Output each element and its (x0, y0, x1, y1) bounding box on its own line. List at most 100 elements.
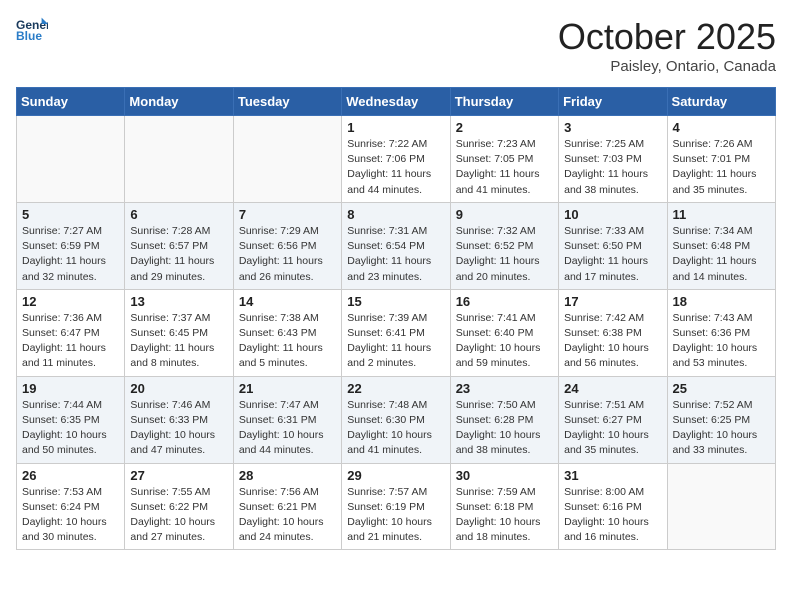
day-info: Sunrise: 7:29 AM Sunset: 6:56 PM Dayligh… (239, 224, 336, 285)
calendar-cell (17, 116, 125, 203)
day-number: 13 (130, 294, 227, 309)
day-number: 3 (564, 120, 661, 135)
location-subtitle: Paisley, Ontario, Canada (558, 58, 776, 75)
day-number: 14 (239, 294, 336, 309)
day-number: 21 (239, 381, 336, 396)
calendar-cell: 31 Sunrise: 8:00 AM Sunset: 6:16 PM Dayli… (559, 463, 667, 550)
calendar-cell: 13Sunrise: 7:37 AM Sunset: 6:45 PM Dayli… (125, 289, 233, 376)
day-info: Sunrise: 7:31 AM Sunset: 6:54 PM Dayligh… (347, 224, 444, 285)
weekday-header: Friday (559, 88, 667, 116)
calendar-cell: 6 Sunrise: 7:28 AM Sunset: 6:57 PM Daylig… (125, 202, 233, 289)
calendar-cell: 23Sunrise: 7:50 AM Sunset: 6:28 PM Dayli… (450, 376, 558, 463)
day-info: Sunrise: 7:36 AM Sunset: 6:47 PM Dayligh… (22, 311, 119, 372)
day-info: Sunrise: 7:25 AM Sunset: 7:03 PM Dayligh… (564, 137, 661, 198)
day-info: Sunrise: 7:59 AM Sunset: 6:18 PM Dayligh… (456, 485, 553, 546)
day-info: Sunrise: 7:46 AM Sunset: 6:33 PM Dayligh… (130, 398, 227, 459)
weekday-header: Tuesday (233, 88, 341, 116)
day-info: Sunrise: 7:26 AM Sunset: 7:01 PM Dayligh… (673, 137, 770, 198)
page-header: General Blue October 2025 Paisley, Ontar… (16, 16, 776, 75)
calendar-cell: 14 Sunrise: 7:38 AM Sunset: 6:43 PM Dayli… (233, 289, 341, 376)
day-info: Sunrise: 7:53 AM Sunset: 6:24 PM Dayligh… (22, 485, 119, 546)
day-number: 20 (130, 381, 227, 396)
day-number: 16 (456, 294, 553, 309)
day-info: Sunrise: 7:55 AM Sunset: 6:22 PM Dayligh… (130, 485, 227, 546)
calendar-cell: 22 Sunrise: 7:48 AM Sunset: 6:30 PM Dayli… (342, 376, 450, 463)
calendar-table: SundayMondayTuesdayWednesdayThursdayFrid… (16, 87, 776, 550)
day-info: Sunrise: 7:38 AM Sunset: 6:43 PM Dayligh… (239, 311, 336, 372)
day-number: 17 (564, 294, 661, 309)
day-number: 19 (22, 381, 119, 396)
calendar-cell: 16 Sunrise: 7:41 AM Sunset: 6:40 PM Dayli… (450, 289, 558, 376)
calendar-cell: 26 Sunrise: 7:53 AM Sunset: 6:24 PM Dayli… (17, 463, 125, 550)
day-info: Sunrise: 7:52 AM Sunset: 6:25 PM Dayligh… (673, 398, 770, 459)
calendar-cell: 18Sunrise: 7:43 AM Sunset: 6:36 PM Dayli… (667, 289, 775, 376)
calendar-cell: 29 Sunrise: 7:57 AM Sunset: 6:19 PM Dayli… (342, 463, 450, 550)
calendar-cell: 25Sunrise: 7:52 AM Sunset: 6:25 PM Dayli… (667, 376, 775, 463)
calendar-cell: 12 Sunrise: 7:36 AM Sunset: 6:47 PM Dayli… (17, 289, 125, 376)
day-number: 11 (673, 207, 770, 222)
calendar-cell: 19 Sunrise: 7:44 AM Sunset: 6:35 PM Dayli… (17, 376, 125, 463)
calendar-cell: 4 Sunrise: 7:26 AM Sunset: 7:01 PM Daylig… (667, 116, 775, 203)
day-info: Sunrise: 7:48 AM Sunset: 6:30 PM Dayligh… (347, 398, 444, 459)
day-number: 12 (22, 294, 119, 309)
day-info: Sunrise: 8:00 AM Sunset: 6:16 PM Dayligh… (564, 485, 661, 546)
day-number: 8 (347, 207, 444, 222)
calendar-cell: 11 Sunrise: 7:34 AM Sunset: 6:48 PM Dayli… (667, 202, 775, 289)
day-number: 2 (456, 120, 553, 135)
weekday-header: Thursday (450, 88, 558, 116)
day-number: 26 (22, 468, 119, 483)
day-number: 1 (347, 120, 444, 135)
day-info: Sunrise: 7:22 AM Sunset: 7:06 PM Dayligh… (347, 137, 444, 198)
calendar-cell: 8 Sunrise: 7:31 AM Sunset: 6:54 PM Daylig… (342, 202, 450, 289)
day-number: 31 (564, 468, 661, 483)
day-info: Sunrise: 7:44 AM Sunset: 6:35 PM Dayligh… (22, 398, 119, 459)
day-number: 27 (130, 468, 227, 483)
day-number: 24 (564, 381, 661, 396)
day-info: Sunrise: 7:23 AM Sunset: 7:05 PM Dayligh… (456, 137, 553, 198)
weekday-header: Wednesday (342, 88, 450, 116)
calendar-cell: 21 Sunrise: 7:47 AM Sunset: 6:31 PM Dayli… (233, 376, 341, 463)
calendar-week-row: 26 Sunrise: 7:53 AM Sunset: 6:24 PM Dayli… (17, 463, 776, 550)
day-info: Sunrise: 7:39 AM Sunset: 6:41 PM Dayligh… (347, 311, 444, 372)
logo-icon: General Blue (16, 16, 48, 44)
calendar-cell: 3 Sunrise: 7:25 AM Sunset: 7:03 PM Daylig… (559, 116, 667, 203)
day-number: 6 (130, 207, 227, 222)
calendar-cell: 2 Sunrise: 7:23 AM Sunset: 7:05 PM Daylig… (450, 116, 558, 203)
day-number: 28 (239, 468, 336, 483)
calendar-cell: 24 Sunrise: 7:51 AM Sunset: 6:27 PM Dayli… (559, 376, 667, 463)
day-number: 7 (239, 207, 336, 222)
logo: General Blue (16, 16, 48, 44)
calendar-cell: 17Sunrise: 7:42 AM Sunset: 6:38 PM Dayli… (559, 289, 667, 376)
calendar-cell (125, 116, 233, 203)
calendar-cell: 7 Sunrise: 7:29 AM Sunset: 6:56 PM Daylig… (233, 202, 341, 289)
day-info: Sunrise: 7:57 AM Sunset: 6:19 PM Dayligh… (347, 485, 444, 546)
calendar-cell (667, 463, 775, 550)
day-info: Sunrise: 7:43 AM Sunset: 6:36 PM Dayligh… (673, 311, 770, 372)
calendar-week-row: 5Sunrise: 7:27 AM Sunset: 6:59 PM Daylig… (17, 202, 776, 289)
calendar-cell: 5Sunrise: 7:27 AM Sunset: 6:59 PM Daylig… (17, 202, 125, 289)
day-number: 9 (456, 207, 553, 222)
weekday-header: Saturday (667, 88, 775, 116)
day-number: 4 (673, 120, 770, 135)
calendar-cell: 20 Sunrise: 7:46 AM Sunset: 6:33 PM Dayli… (125, 376, 233, 463)
day-number: 22 (347, 381, 444, 396)
day-info: Sunrise: 7:28 AM Sunset: 6:57 PM Dayligh… (130, 224, 227, 285)
weekday-header: Sunday (17, 88, 125, 116)
svg-text:Blue: Blue (16, 29, 42, 43)
day-info: Sunrise: 7:27 AM Sunset: 6:59 PM Dayligh… (22, 224, 119, 285)
weekday-header-row: SundayMondayTuesdayWednesdayThursdayFrid… (17, 88, 776, 116)
calendar-cell (233, 116, 341, 203)
day-info: Sunrise: 7:34 AM Sunset: 6:48 PM Dayligh… (673, 224, 770, 285)
calendar-week-row: 12 Sunrise: 7:36 AM Sunset: 6:47 PM Dayli… (17, 289, 776, 376)
day-info: Sunrise: 7:41 AM Sunset: 6:40 PM Dayligh… (456, 311, 553, 372)
day-info: Sunrise: 7:51 AM Sunset: 6:27 PM Dayligh… (564, 398, 661, 459)
day-info: Sunrise: 7:47 AM Sunset: 6:31 PM Dayligh… (239, 398, 336, 459)
day-number: 29 (347, 468, 444, 483)
calendar-cell: 28 Sunrise: 7:56 AM Sunset: 6:21 PM Dayli… (233, 463, 341, 550)
calendar-week-row: 19 Sunrise: 7:44 AM Sunset: 6:35 PM Dayli… (17, 376, 776, 463)
month-title: October 2025 (558, 16, 776, 58)
calendar-cell: 1 Sunrise: 7:22 AM Sunset: 7:06 PM Daylig… (342, 116, 450, 203)
day-info: Sunrise: 7:33 AM Sunset: 6:50 PM Dayligh… (564, 224, 661, 285)
day-info: Sunrise: 7:56 AM Sunset: 6:21 PM Dayligh… (239, 485, 336, 546)
title-block: October 2025 Paisley, Ontario, Canada (558, 16, 776, 75)
